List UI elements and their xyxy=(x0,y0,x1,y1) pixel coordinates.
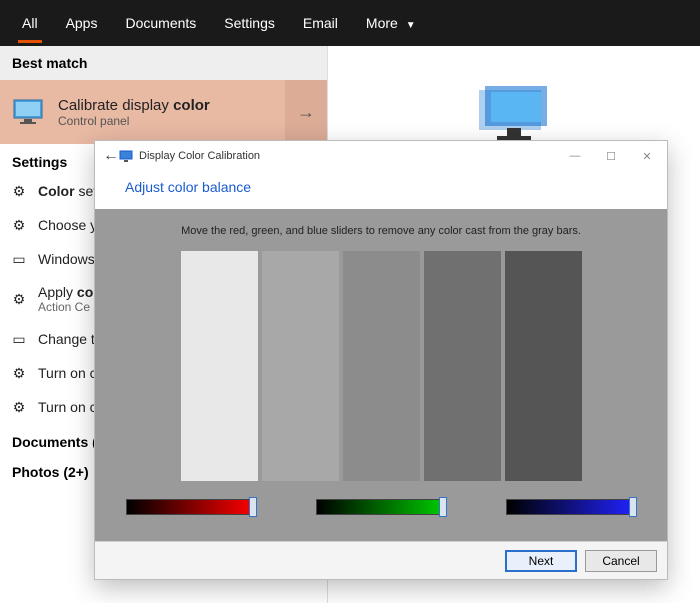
tab-documents[interactable]: Documents xyxy=(111,3,210,43)
arrow-right-icon: → xyxy=(297,102,315,123)
tab-apps[interactable]: Apps xyxy=(52,3,112,43)
gray-bar-3 xyxy=(343,251,420,481)
gray-bar-5 xyxy=(505,251,582,481)
tab-settings[interactable]: Settings xyxy=(210,3,289,43)
result-label: Color set xyxy=(38,183,97,199)
tab-more-label: More xyxy=(366,15,398,31)
green-gradient xyxy=(317,500,445,514)
next-button[interactable]: Next xyxy=(505,550,577,572)
gear-icon: ⚙ xyxy=(10,364,28,382)
open-arrow-button[interactable]: → xyxy=(285,80,327,144)
green-slider[interactable] xyxy=(316,499,446,515)
dialog-title: Display Color Calibration xyxy=(139,150,557,162)
best-match-title: Calibrate display color xyxy=(58,97,285,114)
slider-thumb[interactable] xyxy=(249,497,257,517)
result-bold: Color xyxy=(38,183,75,199)
best-match-text: Calibrate display color Control panel xyxy=(58,97,285,128)
blue-slider[interactable] xyxy=(506,499,636,515)
result-label: Choose y xyxy=(38,217,97,233)
best-match-header: Best match xyxy=(0,46,327,80)
tab-all[interactable]: All xyxy=(8,3,52,43)
red-slider[interactable] xyxy=(126,499,256,515)
maximize-button[interactable]: ☐ xyxy=(593,145,629,167)
result-pre: Apply xyxy=(38,284,77,300)
color-sliders xyxy=(126,499,636,515)
cancel-button[interactable]: Cancel xyxy=(585,550,657,572)
display-color-calibration-dialog: ← Display Color Calibration — ☐ ✕ Adjust… xyxy=(94,140,668,580)
chevron-down-icon: ▼ xyxy=(406,20,416,31)
dialog-footer: Next Cancel xyxy=(95,541,667,579)
red-gradient xyxy=(127,500,255,514)
monitor-icon xyxy=(8,92,48,132)
dialog-heading: Adjust color balance xyxy=(107,179,251,195)
dialog-titlebar[interactable]: ← Display Color Calibration — ☐ ✕ xyxy=(95,141,667,171)
gray-bar-4 xyxy=(424,251,501,481)
slider-thumb[interactable] xyxy=(629,497,637,517)
search-tabs: All Apps Documents Settings Email More ▼ xyxy=(0,0,700,46)
dialog-header: Adjust color balance xyxy=(95,171,667,209)
result-label: Windows xyxy=(38,251,95,267)
result-label: Change t xyxy=(38,331,95,347)
instruction-text: Move the red, green, and blue sliders to… xyxy=(181,225,581,237)
slider-thumb[interactable] xyxy=(439,497,447,517)
gear-icon: ⚙ xyxy=(10,182,28,200)
calibration-icon xyxy=(119,149,133,163)
best-match-subtitle: Control panel xyxy=(58,114,285,128)
result-label: Turn on c xyxy=(38,365,97,381)
gray-bar-2 xyxy=(262,251,339,481)
close-button[interactable]: ✕ xyxy=(629,145,665,167)
display-icon: ▭ xyxy=(10,330,28,348)
best-title-pre: Calibrate display xyxy=(58,97,173,114)
gear-icon: ⚙ xyxy=(10,216,28,234)
gear-icon: ⚙ xyxy=(10,290,28,308)
result-sub: Action Ce xyxy=(38,300,97,314)
tab-more[interactable]: More ▼ xyxy=(352,3,430,43)
result-label: Apply col Action Ce xyxy=(38,284,97,314)
minimize-button[interactable]: — xyxy=(557,145,593,167)
gray-bar-1 xyxy=(181,251,258,481)
result-label: Turn on c xyxy=(38,399,97,415)
back-button[interactable]: ← xyxy=(103,147,119,165)
blue-gradient xyxy=(507,500,635,514)
dialog-body: Move the red, green, and blue sliders to… xyxy=(95,209,667,541)
best-match-result[interactable]: Calibrate display color Control panel → xyxy=(0,80,327,144)
gray-bars xyxy=(181,251,582,481)
display-icon: ▭ xyxy=(10,250,28,268)
tab-email[interactable]: Email xyxy=(289,3,352,43)
gear-icon: ⚙ xyxy=(10,398,28,416)
best-title-bold: color xyxy=(173,97,210,114)
